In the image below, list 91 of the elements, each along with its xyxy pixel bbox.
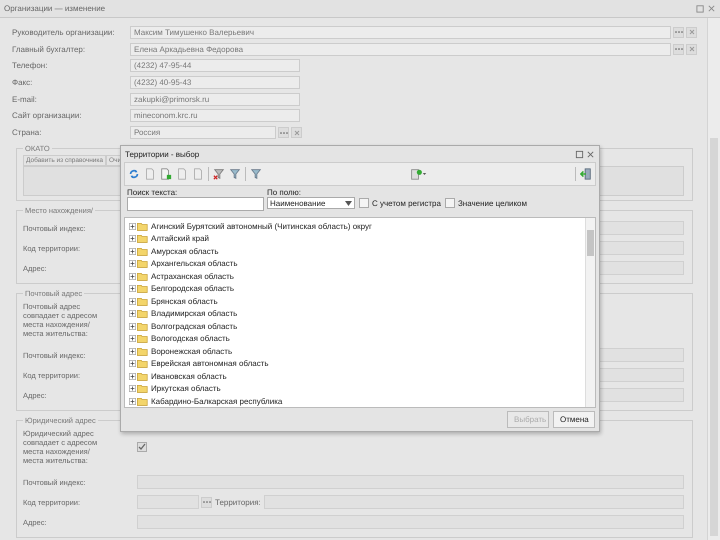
ellipsis-icon [674,47,682,52]
dialog-button[interactable]: Отмена [553,411,595,428]
tree-item[interactable]: Агинский Бурятский автономный (Читинская область) округ [151,222,372,231]
checkbox-option[interactable]: С учетом регистра [359,198,441,208]
folder-icon [137,309,148,318]
field-label: E-mail: [12,94,38,104]
expand-icon[interactable] [129,348,136,355]
expand-icon[interactable] [129,248,136,255]
expand-icon[interactable] [129,272,136,280]
tree-item[interactable]: Иркутская область [151,384,221,394]
restore-icon[interactable] [696,4,705,13]
folder-icon [137,296,148,306]
input-field[interactable]: Россия [130,126,276,140]
folder-icon [137,222,148,231]
ellipsis-icon [280,130,288,135]
input-field[interactable]: Максим Тимушенко Валерьевич [130,26,671,39]
scrollbar[interactable] [707,18,720,540]
tree-item[interactable]: Астраханская область [151,272,234,281]
folder-icon [137,259,148,268]
add-document-icon[interactable] [160,168,172,180]
folder-icon [137,396,148,406]
expand-icon[interactable] [129,335,136,342]
lookup-button[interactable] [673,26,684,38]
tree-item[interactable]: Белгородская область [151,284,234,294]
folder-icon [137,284,148,294]
expand-icon[interactable] [129,372,136,380]
field-label: Факс: [12,78,34,88]
search-field[interactable] [127,197,264,211]
folder-icon [137,372,148,381]
close-icon[interactable] [707,4,716,13]
checkbox[interactable] [137,442,147,452]
folder-icon [137,346,148,356]
input-field[interactable]: Елена Аркадьевна Федорова [130,42,671,56]
field-label: Территория: [215,498,261,507]
input-field[interactable]: (4232) 47-95-44 [130,59,300,72]
expand-icon[interactable] [129,260,136,268]
tree-item[interactable]: Брянская область [151,296,218,306]
checkbox-option[interactable]: Значение целиком [444,198,528,208]
maximize-icon[interactable] [575,150,584,158]
tree-item[interactable]: Ивановская область [151,372,227,381]
tree-item[interactable]: Архангельская область [151,259,238,268]
expand-icon[interactable] [129,322,136,330]
tree-item[interactable]: Воронежская область [151,346,232,356]
field-label: Сайт организации: [12,111,83,120]
expand-icon[interactable] [129,285,136,292]
expand-icon[interactable] [129,398,136,405]
clear-filter-icon[interactable] [213,168,225,180]
expand-icon[interactable] [129,360,136,368]
ellipsis-icon [674,30,682,34]
lookup-button[interactable] [278,127,289,138]
scrollbar[interactable] [585,218,595,407]
expand-icon[interactable] [129,235,136,242]
dialog-title: Территории - выбор [125,150,200,158]
close-icon[interactable] [586,150,595,158]
folder-icon [137,272,148,281]
ellipsis-icon [202,500,210,504]
close-icon [688,29,694,36]
window-title: Организации — изменение [4,4,106,13]
tree-item[interactable]: Владимирская область [151,309,238,318]
field-label: Телефон: [12,61,48,70]
expand-icon[interactable] [129,298,136,305]
dropdown-arrow-icon [345,200,352,206]
refresh-icon[interactable] [128,168,140,180]
filter-icon[interactable] [250,168,262,180]
field-label: Руководитель организации: [12,28,116,37]
tree-item[interactable]: Волгоградская область [151,322,238,331]
field-label: Поиск текста: [127,188,178,197]
input-field[interactable]: (4232) 40-95-43 [130,76,300,90]
filter-icon[interactable] [229,168,241,180]
close-icon [688,46,694,52]
tree-item[interactable]: Еврейская автономная область [151,359,269,368]
folder-icon [137,334,148,344]
field-label: Главный бухгалтер: [12,44,86,54]
expand-icon[interactable] [129,222,136,230]
input-field[interactable]: mineconom.krc.ru [130,109,300,122]
lookup-button[interactable] [673,44,684,55]
close-icon [294,130,300,136]
tree-item[interactable]: Вологодская область [151,334,230,344]
folder-icon [137,246,148,256]
exit-icon[interactable] [580,168,592,180]
lookup-button[interactable] [201,496,212,508]
expand-icon[interactable] [129,310,136,318]
tree-item[interactable]: Амурская область [151,246,219,256]
input-field[interactable]: zakupki@primorsk.ru [130,92,300,106]
field-label: Страна: [12,128,42,138]
tree-item[interactable]: Алтайский край [151,234,210,244]
tree-item[interactable]: Кабардино-Балкарская республика [151,396,282,406]
field-label: По полю: [267,188,302,197]
folder-icon [137,322,148,331]
expand-icon[interactable] [129,385,136,392]
field-dropdown[interactable]: Наименование [267,197,355,209]
